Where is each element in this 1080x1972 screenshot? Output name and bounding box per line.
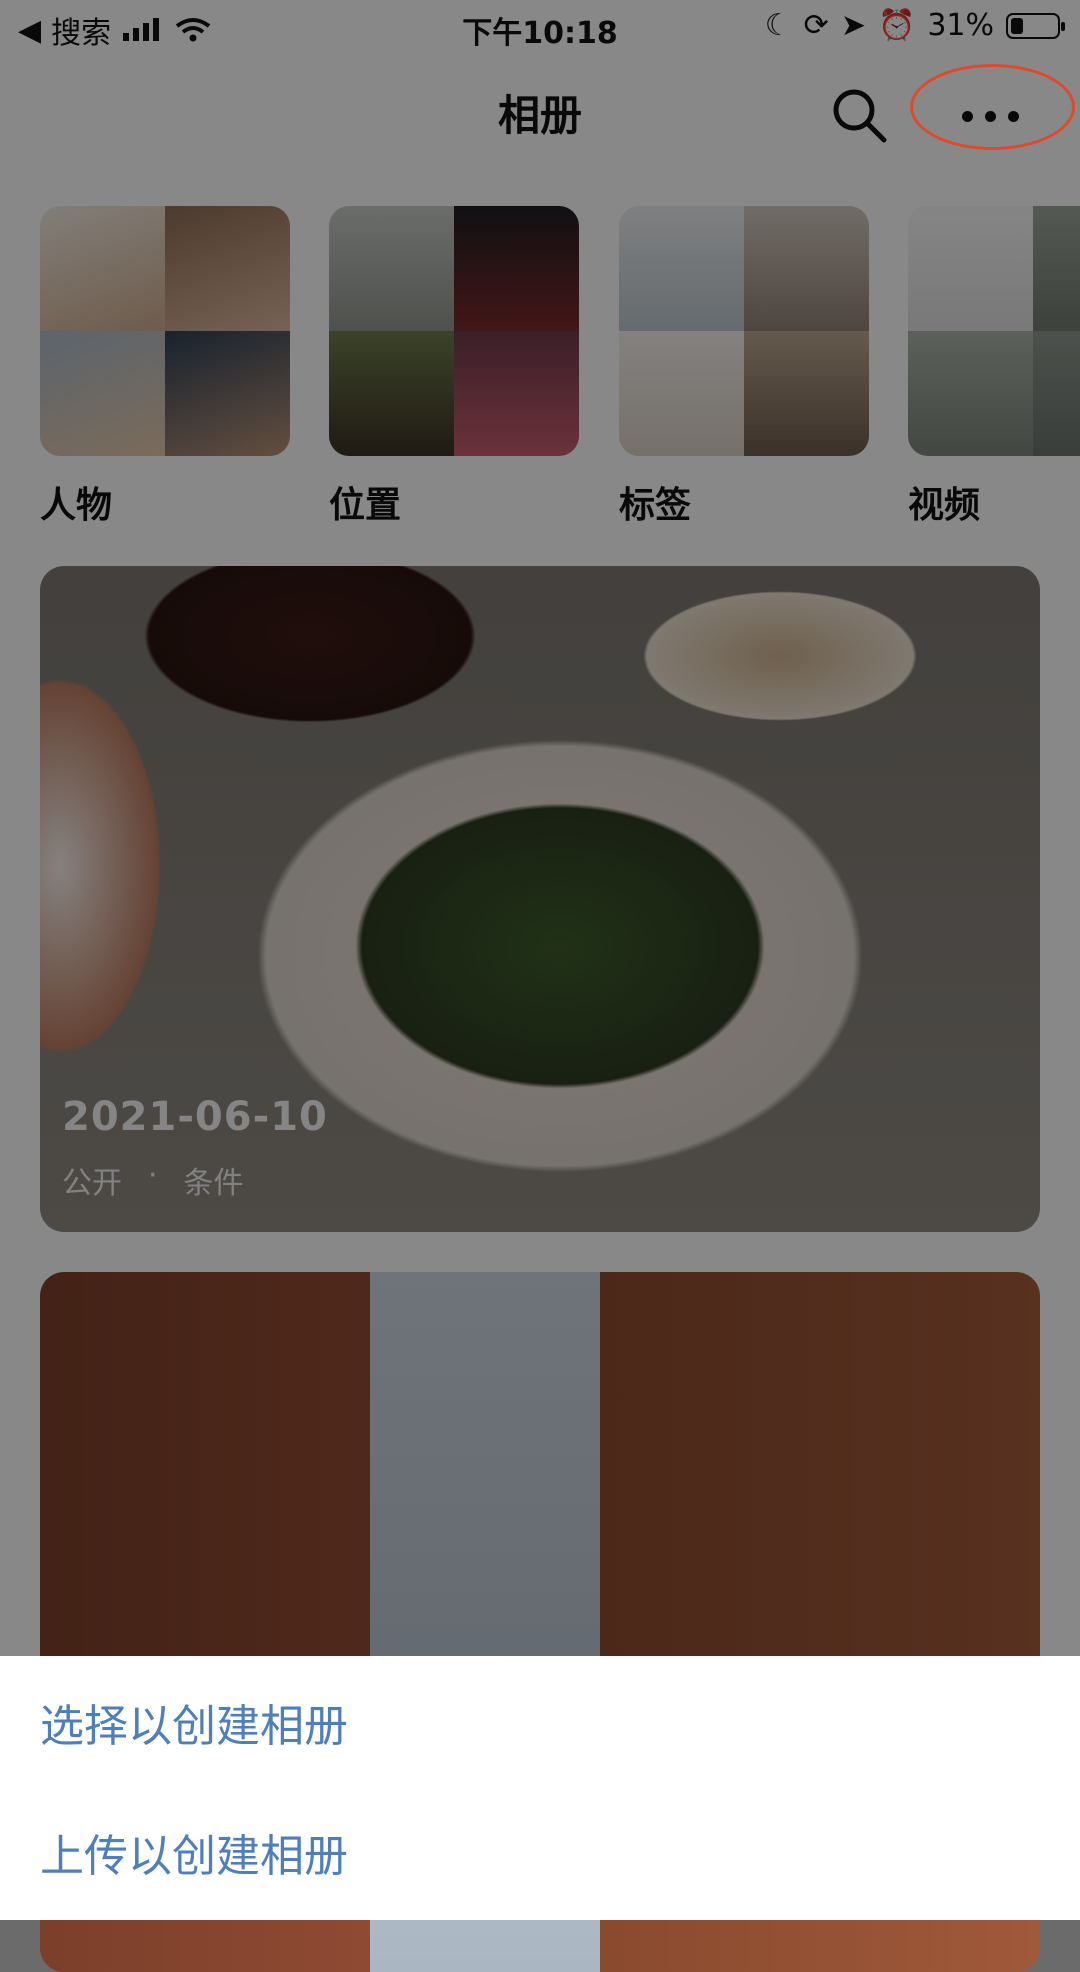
- select-to-create-album-button[interactable]: 选择以创建相册: [40, 1690, 348, 1754]
- action-sheet: 选择以创建相册 上传以创建相册: [0, 1656, 1080, 1920]
- annotation-circle: [910, 64, 1075, 150]
- dim-overlay[interactable]: [0, 0, 1080, 1920]
- upload-to-create-album-button[interactable]: 上传以创建相册: [40, 1820, 348, 1884]
